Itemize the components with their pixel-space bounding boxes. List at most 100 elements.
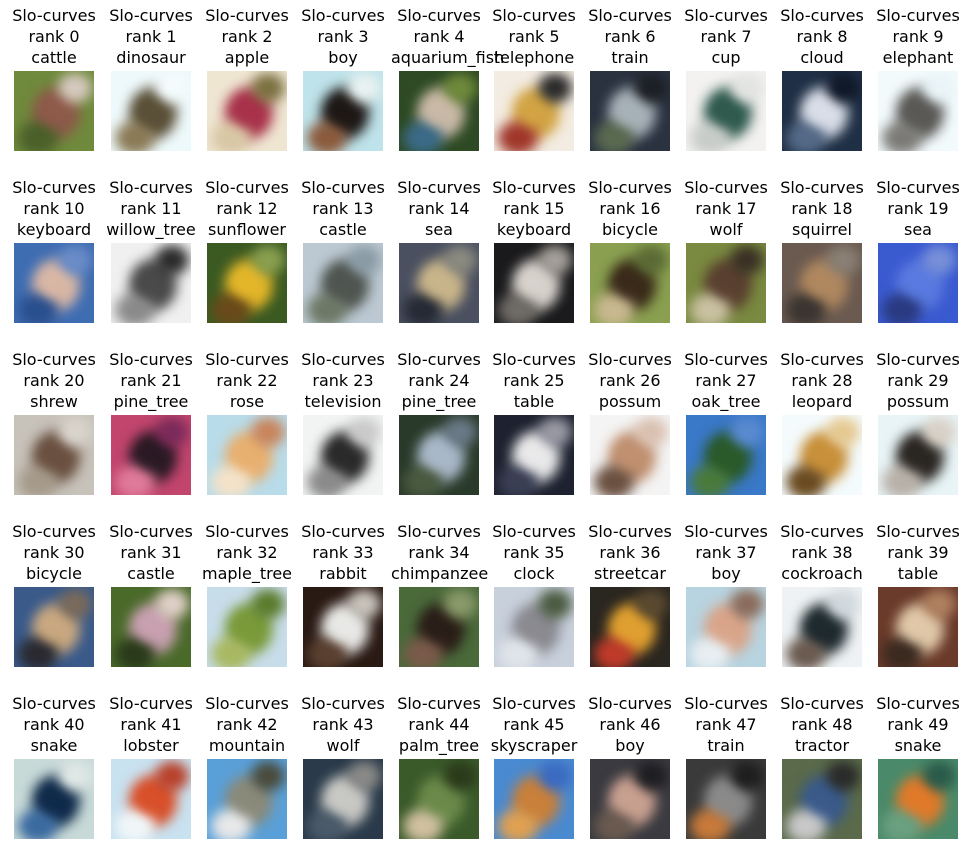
caption-label: wolf <box>709 220 743 239</box>
thumbnail-region <box>618 445 640 469</box>
caption-prefix: Slo-curves <box>684 178 768 197</box>
caption-prefix: Slo-curves <box>397 6 481 25</box>
thumbnail-image <box>111 71 191 151</box>
caption-prefix: Slo-curves <box>684 694 768 713</box>
cell-caption: Slo-curves rank 26 possum <box>582 349 678 412</box>
grid-cell: Slo-curves rank 30 bicycle <box>6 516 102 681</box>
thumbnail-region <box>115 293 155 323</box>
thumbnail-image <box>14 759 94 839</box>
cell-caption: Slo-curves rank 17 wolf <box>678 177 774 240</box>
caption-prefix: Slo-curves <box>588 522 672 541</box>
caption-prefix: Slo-curves <box>492 522 576 541</box>
thumbnail-image <box>207 71 287 151</box>
grid-cell: Slo-curves rank 9 elephant <box>870 0 966 165</box>
grid-cell: Slo-curves rank 11 willow_tree <box>103 172 199 337</box>
caption-label: sunflower <box>208 220 286 239</box>
caption-rank: rank 6 <box>604 27 656 46</box>
thumbnail-region <box>211 637 251 667</box>
thumbnail-region <box>690 637 730 667</box>
cell-caption: Slo-curves rank 3 boy <box>295 5 391 68</box>
thumbnail-region <box>618 101 640 125</box>
thumbnail-image <box>590 415 670 495</box>
caption-label: keyboard <box>496 220 572 239</box>
thumbnail-region <box>211 293 251 323</box>
caption-rank: rank 22 <box>216 371 278 390</box>
caption-label: shrew <box>30 392 78 411</box>
caption-prefix: Slo-curves <box>780 6 864 25</box>
cell-caption: Slo-curves rank 43 wolf <box>295 693 391 756</box>
caption-prefix: Slo-curves <box>12 350 96 369</box>
thumbnail-region <box>634 73 668 103</box>
caption-prefix: Slo-curves <box>205 6 289 25</box>
thumbnail-image <box>399 243 479 323</box>
caption-label: cloud <box>800 48 844 67</box>
thumbnail-image <box>14 71 94 151</box>
caption-label: rabbit <box>319 564 367 583</box>
cell-caption: Slo-curves rank 19 sea <box>870 177 966 240</box>
thumbnail-image <box>590 759 670 839</box>
caption-prefix: Slo-curves <box>12 694 96 713</box>
caption-label: train <box>707 736 745 755</box>
thumbnail-region <box>634 245 668 275</box>
thumbnail-region <box>347 245 381 275</box>
cell-caption: Slo-curves rank 39 table <box>870 521 966 584</box>
caption-rank: rank 13 <box>312 199 374 218</box>
grid-cell: Slo-curves rank 10 keyboard <box>6 172 102 337</box>
thumbnail-region <box>538 417 572 447</box>
cell-caption: Slo-curves rank 16 bicycle <box>582 177 678 240</box>
cell-caption: Slo-curves rank 20 shrew <box>6 349 102 412</box>
thumbnail-region <box>18 465 58 495</box>
thumbnail-image <box>14 243 94 323</box>
caption-prefix: Slo-curves <box>397 522 481 541</box>
thumbnail-region <box>42 273 64 297</box>
thumbnail-region <box>307 465 347 495</box>
thumbnail-region <box>594 121 634 151</box>
grid-cell: Slo-curves rank 43 wolf <box>295 688 391 853</box>
grid-cell: Slo-curves rank 6 train <box>582 0 678 165</box>
caption-rank: rank 8 <box>796 27 848 46</box>
thumbnail-region <box>882 293 922 323</box>
thumbnail-region <box>427 101 449 125</box>
thumbnail-region <box>115 809 155 839</box>
grid-cell: Slo-curves rank 42 mountain <box>199 688 295 853</box>
thumbnail-region <box>139 789 161 813</box>
thumbnail-region <box>922 73 956 103</box>
thumbnail-image <box>399 759 479 839</box>
caption-rank: rank 2 <box>221 27 273 46</box>
thumbnail-region <box>58 761 92 791</box>
thumbnail-image <box>494 759 574 839</box>
grid-cell: Slo-curves rank 14 sea <box>391 172 487 337</box>
grid-cell: Slo-curves rank 31 castle <box>103 516 199 681</box>
thumbnail-region <box>538 73 572 103</box>
thumbnail-region <box>714 445 736 469</box>
grid-cell: Slo-curves rank 32 maple_tree <box>199 516 295 681</box>
caption-label: snake <box>894 736 942 755</box>
caption-label: boy <box>711 564 741 583</box>
cell-caption: Slo-curves rank 4 aquarium_fish <box>391 5 504 68</box>
grid-cell: Slo-curves rank 0 cattle <box>6 0 102 165</box>
caption-rank: rank 35 <box>503 543 565 562</box>
thumbnail-region <box>139 101 161 125</box>
thumbnail-region <box>139 445 161 469</box>
thumbnail-image <box>494 243 574 323</box>
caption-rank: rank 20 <box>23 371 85 390</box>
thumbnail-region <box>522 101 544 125</box>
thumbnail-image <box>686 243 766 323</box>
thumbnail-region <box>906 617 928 641</box>
caption-label: bicycle <box>26 564 82 583</box>
thumbnail-image <box>111 243 191 323</box>
thumbnail-region <box>786 637 826 667</box>
cell-caption: Slo-curves rank 15 keyboard <box>486 177 582 240</box>
thumbnail-region <box>690 809 730 839</box>
grid-cell: Slo-curves rank 16 bicycle <box>582 172 678 337</box>
thumbnail-region <box>730 73 764 103</box>
caption-prefix: Slo-curves <box>301 350 385 369</box>
thumbnail-region <box>155 245 189 275</box>
caption-label: willow_tree <box>106 220 196 239</box>
thumbnail-region <box>307 293 347 323</box>
cell-caption: Slo-curves rank 23 television <box>295 349 391 412</box>
caption-rank: rank 33 <box>312 543 374 562</box>
caption-prefix: Slo-curves <box>205 178 289 197</box>
thumbnail-region <box>882 465 922 495</box>
cell-caption: Slo-curves rank 14 sea <box>391 177 487 240</box>
